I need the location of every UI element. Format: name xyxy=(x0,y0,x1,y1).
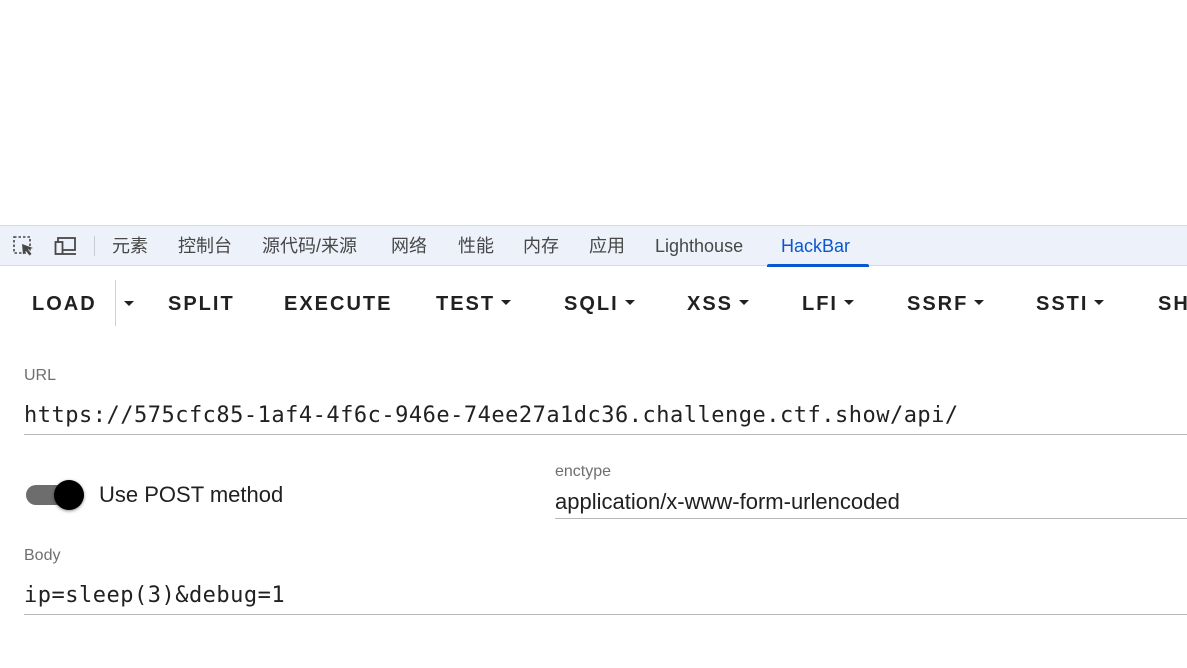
device-toolbar-icon[interactable] xyxy=(54,235,78,257)
xss-menu-label: XSS xyxy=(687,293,734,315)
chevron-down-icon xyxy=(124,301,134,306)
test-menu-button[interactable]: TEST xyxy=(436,291,512,317)
chevron-down-icon xyxy=(974,300,985,306)
ssti-menu-button[interactable]: SSTI xyxy=(1036,291,1105,317)
enctype-input[interactable] xyxy=(555,486,1187,519)
enctype-label: enctype xyxy=(555,463,612,480)
tab-sources[interactable]: 源代码/来源 xyxy=(262,226,357,266)
post-method-label: Use POST method xyxy=(99,482,284,507)
chevron-down-icon xyxy=(844,300,854,306)
body-label: Body xyxy=(24,547,61,564)
lfi-menu-label: LFI xyxy=(802,293,838,315)
ssrf-menu-button[interactable]: SSRF xyxy=(907,291,985,317)
post-method-toggle[interactable] xyxy=(26,479,86,511)
chevron-down-icon xyxy=(739,300,750,306)
url-label: URL xyxy=(24,367,57,384)
ssrf-menu-label: SSRF xyxy=(907,293,969,315)
lfi-menu-button[interactable]: LFI xyxy=(802,291,854,317)
body-input[interactable] xyxy=(24,576,1187,615)
chevron-down-icon xyxy=(501,300,512,306)
shell-menu-button[interactable]: SH xyxy=(1158,291,1187,317)
xss-menu-button[interactable]: XSS xyxy=(687,291,750,317)
toggle-knob xyxy=(54,480,84,510)
inspect-element-icon[interactable] xyxy=(12,235,36,257)
tab-hackbar[interactable]: HackBar xyxy=(781,226,850,266)
tab-application[interactable]: 应用 xyxy=(589,226,625,266)
tab-console[interactable]: 控制台 xyxy=(178,226,232,266)
load-menu-button[interactable] xyxy=(118,291,140,317)
devtools-tab-bar: 元素 控制台 源代码/来源 网络 性能 内存 应用 Lighthouse Hac… xyxy=(0,225,1187,267)
hackbar-toolbar: LOAD SPLIT EXECUTE TEST SQLI XSS LFI SSR… xyxy=(0,267,1187,341)
tab-lighthouse[interactable]: Lighthouse xyxy=(655,226,743,266)
load-button[interactable]: LOAD xyxy=(32,291,97,317)
tab-elements[interactable]: 元素 xyxy=(112,226,148,266)
ssti-menu-label: SSTI xyxy=(1036,293,1089,315)
tab-performance[interactable]: 性能 xyxy=(458,226,494,266)
page-viewport xyxy=(0,0,1187,225)
sqli-menu-label: SQLI xyxy=(564,293,619,315)
url-input[interactable] xyxy=(24,396,1187,435)
tab-memory[interactable]: 内存 xyxy=(523,226,559,266)
chevron-down-icon xyxy=(1094,300,1105,306)
load-split-divider xyxy=(115,280,116,326)
test-menu-label: TEST xyxy=(436,293,496,315)
tab-network[interactable]: 网络 xyxy=(391,226,427,266)
sqli-menu-button[interactable]: SQLI xyxy=(564,291,635,317)
toolbar-divider xyxy=(94,236,95,256)
execute-button[interactable]: EXECUTE xyxy=(284,291,392,317)
chevron-down-icon xyxy=(624,300,635,306)
split-button[interactable]: SPLIT xyxy=(168,291,235,317)
